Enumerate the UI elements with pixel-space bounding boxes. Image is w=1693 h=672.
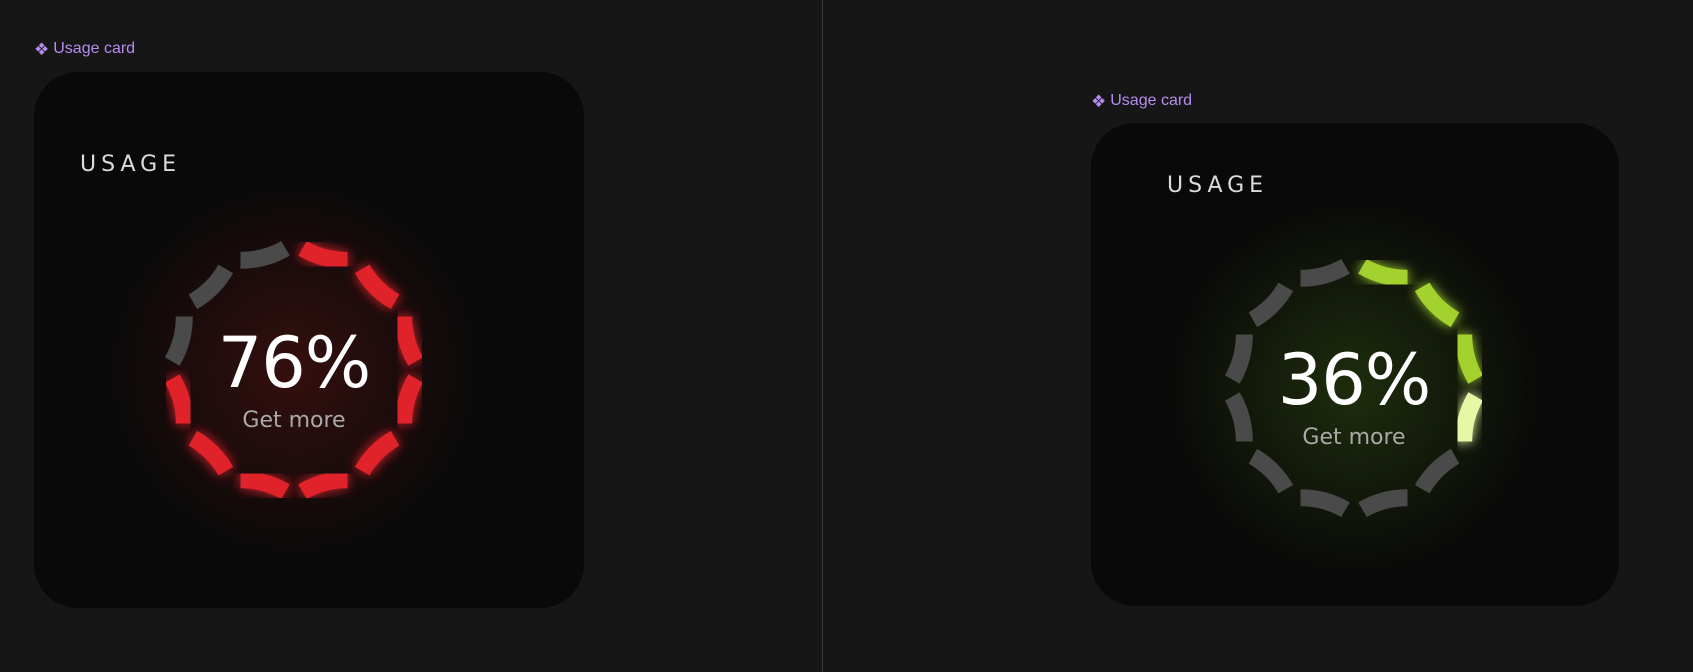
usage-card-1: USAGE 76% Get more [34, 72, 584, 608]
component-icon: ❖ [1091, 91, 1107, 111]
usage-card-2: USAGE 36% Get more [1091, 123, 1619, 606]
frame-label-text: Usage card [1110, 92, 1193, 109]
get-more-link[interactable]: Get more [1204, 425, 1504, 450]
component-icon: ❖ [34, 39, 50, 59]
frame-label-1[interactable]: ❖ Usage card [34, 40, 135, 58]
usage-percent: 76% [217, 322, 372, 404]
usage-percent: 36% [1277, 339, 1432, 421]
frame-label-2[interactable]: ❖ Usage card [1091, 92, 1192, 110]
get-more-link[interactable]: Get more [144, 408, 444, 433]
card-title: USAGE [80, 152, 182, 177]
canvas-divider [822, 0, 823, 672]
frame-label-text: Usage card [53, 40, 136, 57]
card-title: USAGE [1167, 173, 1269, 198]
